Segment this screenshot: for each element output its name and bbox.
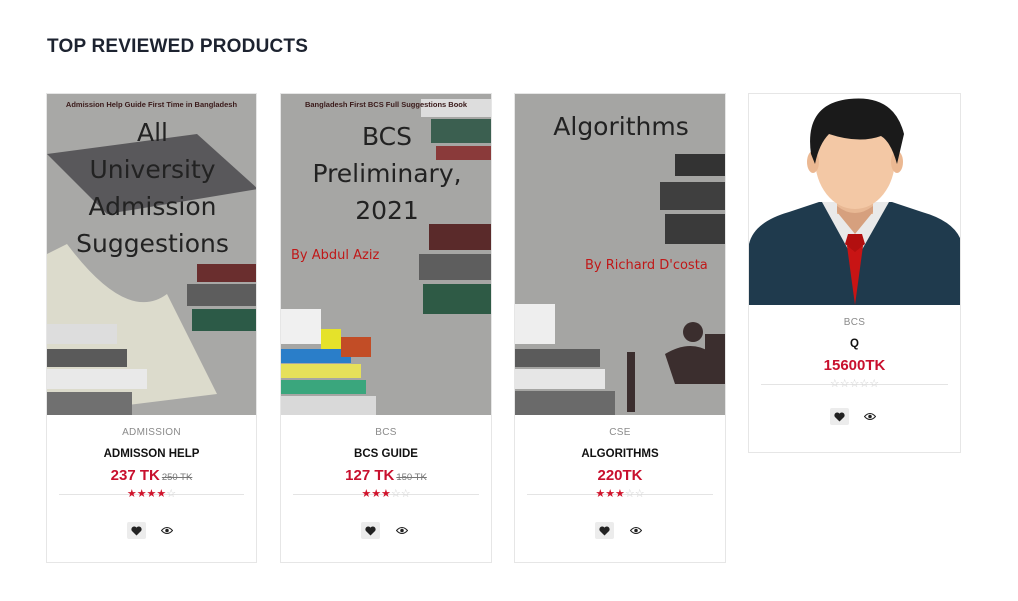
cover-title-line: Preliminary, [312,159,462,188]
cover-title-line: Suggestions [76,229,229,258]
product-image[interactable] [749,94,960,305]
cover-title-line: Algorithms [553,112,689,141]
wishlist-button[interactable] [126,522,146,539]
cover-tagline: Bangladesh First BCS Full Suggestions Bo… [304,100,468,109]
quickview-button[interactable] [158,522,177,539]
cover-title-line: All [137,118,168,147]
heart-icon [833,411,845,422]
product-old-price: 150 TK [396,472,427,483]
cover-title-line: University [89,155,216,184]
product-price-row: 237 TK 250 TK [47,467,256,484]
product-old-price: 250 TK [161,472,193,483]
cover-title-line: 2021 [355,196,419,225]
eye-icon [864,413,876,420]
avatar [749,98,960,305]
product-card[interactable]: Bangladesh First BCS Full Suggestions Bo… [280,93,492,563]
wishlist-button[interactable] [595,522,614,539]
heart-icon [130,525,142,536]
rating-stars: ☆☆☆☆☆ [829,378,880,390]
product-category[interactable]: BCS [749,317,960,328]
product-price: 127 TK [345,467,395,484]
quickview-button[interactable] [392,522,411,539]
product-image[interactable]: Algorithms By Richard D'costa [515,94,725,415]
wishlist-button[interactable] [361,522,380,539]
product-name[interactable]: BCS GUIDE [281,448,491,460]
cover-author: By Richard D'costa [585,258,708,273]
cover-title-line: Admission [88,192,217,221]
product-price: 237 TK [110,467,160,484]
rating-stars: ★★★☆☆ [595,488,645,500]
quickview-button[interactable] [626,522,645,539]
product-price: 220TK [597,467,643,484]
eye-icon [629,527,642,534]
heart-icon [365,525,376,536]
product-category[interactable]: ADMISSION [47,427,256,438]
cover-author: By Abdul Aziz [291,248,380,263]
product-name[interactable]: Q [749,338,960,350]
product-card[interactable]: BCS Q 15600TK ☆☆☆☆☆ [748,93,961,453]
product-category[interactable]: CSE [515,427,725,438]
heart-icon [599,525,610,536]
product-name[interactable]: ALGORITHMS [515,448,725,460]
product-price: 15600TK [823,357,886,374]
cover-tagline: Admission Help Guide First Time in Bangl… [65,100,238,109]
product-price-row: 127 TK 150 TK [281,467,491,484]
product-price-row: 15600TK [749,357,960,374]
quickview-button[interactable] [861,408,880,425]
product-card[interactable]: Algorithms By Richard D'costa CSE ALGORI… [514,93,726,563]
wishlist-button[interactable] [829,408,849,425]
eye-icon [395,527,408,534]
product-image[interactable]: Admission Help Guide First Time in Bangl… [47,94,256,415]
cover-title-line: BCS [361,122,413,151]
section-title: TOP REVIEWED PRODUCTS [47,36,309,57]
product-name[interactable]: ADMISSON HELP [47,448,256,460]
product-category[interactable]: BCS [281,427,491,438]
rating-stars: ★★★★☆ [126,488,177,500]
rating-stars: ★★★☆☆ [361,488,411,500]
product-price-row: 220TK [515,467,725,484]
product-image[interactable]: Bangladesh First BCS Full Suggestions Bo… [281,94,491,415]
product-card[interactable]: Admission Help Guide First Time in Bangl… [46,93,257,563]
eye-icon [161,527,173,534]
